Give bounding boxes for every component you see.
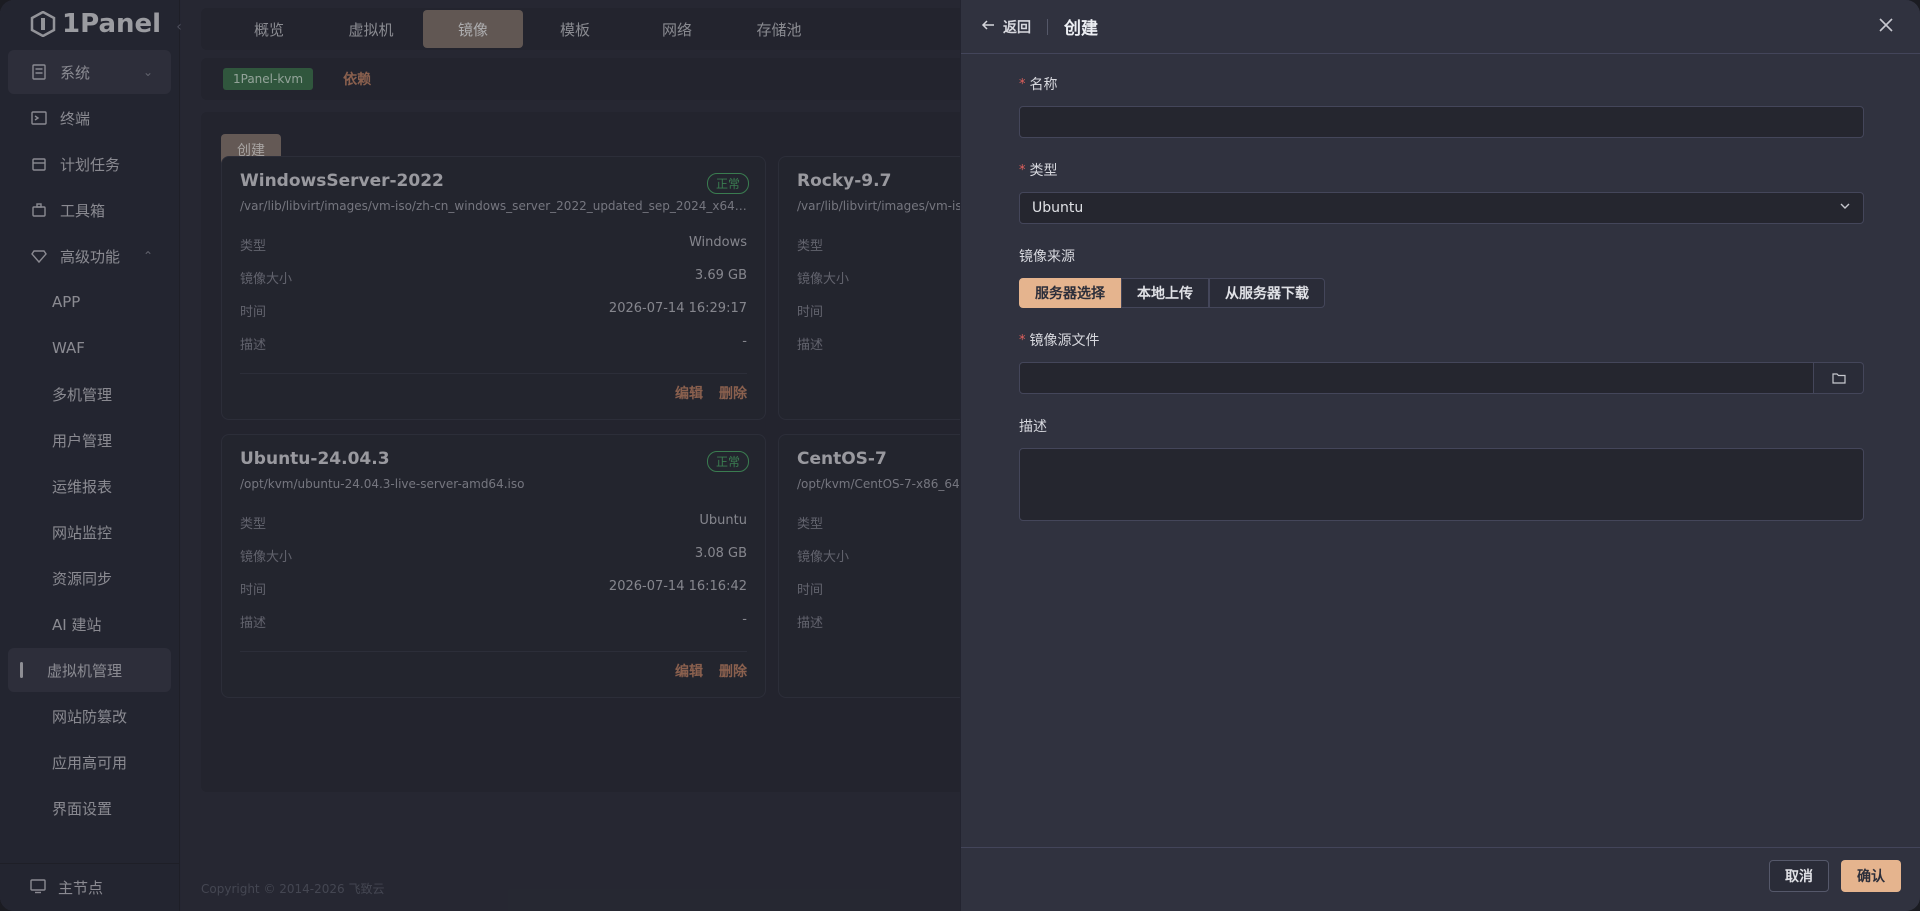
source-option-download[interactable]: 从服务器下载 <box>1209 278 1325 308</box>
chevron-down-icon <box>1839 200 1851 216</box>
file-picker <box>1019 362 1864 394</box>
header-divider <box>1047 18 1048 35</box>
source-group: 镜像来源 服务器选择 本地上传 从服务器下载 <box>1019 246 1864 308</box>
arrow-left-icon <box>981 18 995 36</box>
type-label: * 类型 <box>1019 160 1864 180</box>
close-icon[interactable] <box>1878 17 1898 37</box>
required-mark: * <box>1019 76 1026 92</box>
create-image-drawer: 返回 创建 * 名称 * 类型 Ubuntu 镜像来源 服务器选择 本地上传 从… <box>960 0 1920 911</box>
type-label-text: 类型 <box>1029 163 1058 179</box>
name-label: * 名称 <box>1019 74 1864 94</box>
description-textarea[interactable] <box>1019 448 1864 521</box>
drawer-header: 返回 创建 <box>961 0 1920 54</box>
file-label: * 镜像源文件 <box>1019 330 1864 350</box>
browse-folder-button[interactable] <box>1814 362 1864 394</box>
back-button[interactable]: 返回 <box>981 17 1031 37</box>
create-image-form: *名称 *类型 Ubuntu 镜像来源 服务器选择 本地上传 从服务器下载 <box>1019 74 1864 543</box>
folder-icon <box>1831 369 1846 388</box>
drawer-title: 创建 <box>1064 19 1098 39</box>
source-option-upload[interactable]: 本地上传 <box>1121 278 1209 308</box>
file-group: * 镜像源文件 <box>1019 330 1864 394</box>
file-path-input[interactable] <box>1019 362 1814 394</box>
source-option-server[interactable]: 服务器选择 <box>1019 278 1121 308</box>
cancel-button[interactable]: 取消 <box>1769 860 1829 892</box>
name-group: * 名称 <box>1019 74 1864 138</box>
drawer-footer: 取消 确认 <box>961 847 1920 911</box>
back-label: 返回 <box>1003 19 1031 36</box>
source-segmented-control: 服务器选择 本地上传 从服务器下载 <box>1019 278 1864 308</box>
app-window: 1Panel ‹ 系统 ⌄ 终端 计划任务 工具箱 高级功能 ⌃ APP WAF… <box>0 0 1920 911</box>
required-mark: * <box>1019 162 1026 178</box>
file-label-text: 镜像源文件 <box>1029 333 1100 349</box>
source-label: 镜像来源 <box>1019 249 1075 265</box>
type-group: * 类型 Ubuntu <box>1019 160 1864 224</box>
confirm-button[interactable]: 确认 <box>1841 860 1901 892</box>
required-mark: * <box>1019 332 1026 348</box>
type-select[interactable]: Ubuntu <box>1019 192 1864 224</box>
name-input[interactable] <box>1019 106 1864 138</box>
name-label-text: 名称 <box>1029 77 1058 93</box>
type-select-value: Ubuntu <box>1032 200 1084 216</box>
desc-group: 描述 <box>1019 416 1864 521</box>
desc-label: 描述 <box>1019 419 1047 435</box>
